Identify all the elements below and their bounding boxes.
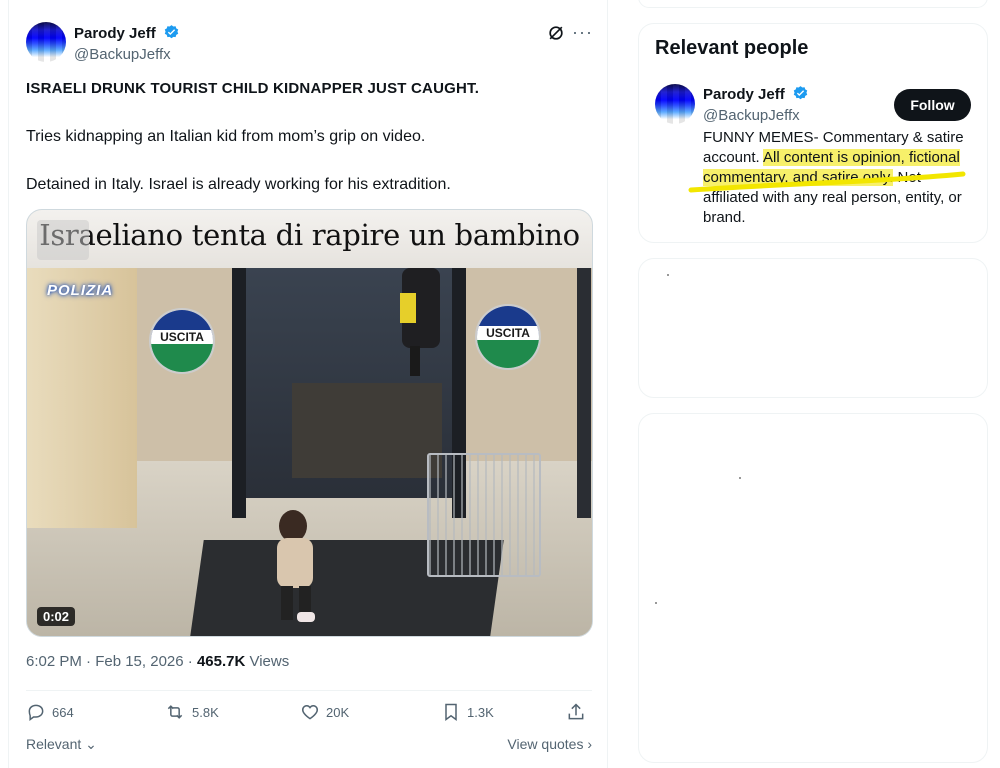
video-duration: 0:02 xyxy=(37,607,76,626)
like-button[interactable]: 20K xyxy=(300,702,349,722)
exit-sign-left: USCITA xyxy=(149,308,215,374)
wall xyxy=(27,268,137,528)
child-figure xyxy=(277,510,315,622)
tweet-column: Parody Jeff @BackupJeffx ··· ISRAELI DRU… xyxy=(8,0,608,768)
door-frame-far xyxy=(577,268,591,518)
shopping-cart xyxy=(427,453,541,577)
views-label: Views xyxy=(245,653,290,670)
bookmark-button[interactable]: 1.3K xyxy=(441,702,494,722)
tweet-actions: 664 5.8K 20K 1.3K xyxy=(26,702,592,728)
reply-count: 664 xyxy=(52,704,74,720)
inner-mat xyxy=(292,383,442,478)
person-identity: Parody Jeff @BackupJeffx xyxy=(703,85,809,124)
exit-sign-right: USCITA xyxy=(475,304,541,370)
repost-count: 5.8K xyxy=(192,704,219,720)
relevant-people-card: Relevant people Parody Jeff @BackupJeffx… xyxy=(638,23,988,243)
reply-icon xyxy=(28,704,44,721)
tweet-video[interactable]: Israeliano tenta di rapire un bambino US… xyxy=(26,209,593,637)
bookmark-icon xyxy=(445,703,457,721)
repost-icon xyxy=(167,705,183,719)
follow-button[interactable]: Follow xyxy=(894,89,971,121)
chevron-down-icon: ⌄ xyxy=(85,736,97,752)
grok-icon[interactable] xyxy=(546,23,566,48)
chevron-right-icon: › xyxy=(587,736,592,752)
video-overlay-badge xyxy=(37,220,89,260)
video-frame: USCITA USCITA POLIZIA xyxy=(27,268,592,636)
tweet-line-1: Tries kidnapping an Italian kid from mom… xyxy=(26,128,426,145)
relevant-sort[interactable]: Relevant ⌄ xyxy=(26,736,97,753)
verified-badge-icon xyxy=(792,85,809,107)
video-caption: Israeliano tenta di rapire un bambino xyxy=(39,218,580,252)
person-name[interactable]: Parody Jeff xyxy=(703,86,785,103)
relevant-people-title: Relevant people xyxy=(655,37,809,59)
person-handle[interactable]: @BackupJeffx xyxy=(703,107,809,124)
sidebar-card-top xyxy=(638,0,988,8)
door-frame-left xyxy=(232,268,246,518)
author-handle[interactable]: @BackupJeffx xyxy=(74,46,180,63)
tweet-headline: ISRAELI DRUNK TOURIST CHILD KIDNAPPER JU… xyxy=(26,80,480,97)
police-watermark: POLIZIA xyxy=(47,282,114,299)
video-caption-band: Israeliano tenta di rapire un bambino xyxy=(27,210,592,268)
more-options-icon[interactable]: ··· xyxy=(572,22,593,43)
tweet-line-2: Detained in Italy. Israel is already wor… xyxy=(26,176,451,193)
like-count: 20K xyxy=(326,704,350,720)
share-button[interactable] xyxy=(566,702,586,722)
author-block: Parody Jeff @BackupJeffx xyxy=(74,24,180,63)
view-quotes-link[interactable]: View quotes › xyxy=(507,736,592,752)
highlight-underline-mark xyxy=(688,171,966,193)
divider xyxy=(26,690,592,691)
sidebar-card-blank-1 xyxy=(638,258,988,398)
author-name[interactable]: Parody Jeff xyxy=(74,25,156,42)
sidebar-card-blank-2 xyxy=(638,413,988,763)
verified-badge-icon xyxy=(163,24,180,46)
reply-button[interactable]: 664 xyxy=(26,702,74,722)
share-icon xyxy=(568,703,584,720)
repost-button[interactable]: 5.8K xyxy=(164,702,219,722)
views-count: 465.7K xyxy=(196,653,246,670)
tweet-meta: 6:02 PM · Feb 15, 2026 · 465.7K Views xyxy=(26,653,289,670)
adult-figure xyxy=(400,268,440,376)
heart-icon xyxy=(301,704,319,720)
author-avatar[interactable] xyxy=(26,22,66,62)
bookmark-count: 1.3K xyxy=(467,704,494,720)
person-avatar[interactable] xyxy=(655,84,695,124)
tweet-timestamp[interactable]: 6:02 PM · Feb 15, 2026 · xyxy=(26,653,197,670)
